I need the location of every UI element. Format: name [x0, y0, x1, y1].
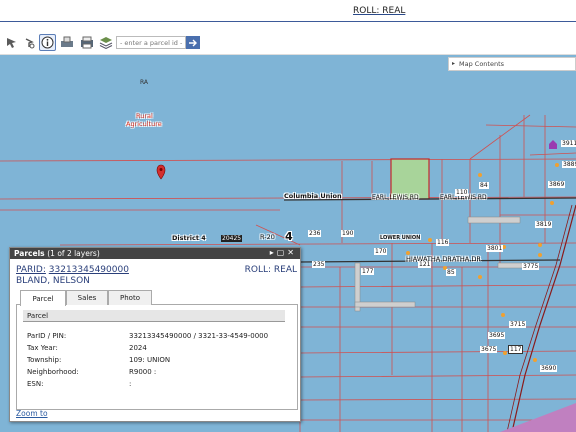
owner-name: BLAND, NELSON — [16, 276, 90, 286]
parcel-search-input[interactable] — [116, 36, 186, 49]
popup-header: Parcels (1 of 2 layers) ▸▢✕ — [10, 248, 300, 259]
pan-tool-icon[interactable] — [21, 34, 38, 51]
parcel-number: 3675 — [480, 346, 498, 353]
maximize-icon[interactable]: ▢ — [277, 248, 288, 257]
parcel-number: 3695 — [488, 332, 506, 339]
parcel-number: 3869 — [548, 181, 566, 188]
parcel-number: 170 — [374, 248, 388, 255]
tab-photo[interactable]: Photo — [108, 290, 152, 305]
district-label: District 4 — [172, 234, 206, 242]
app-window: ROLL: REAL - enter a parcel id - RA Rura… — [0, 0, 576, 432]
parcel-number: 116 — [436, 239, 450, 246]
identify-info-icon[interactable] — [39, 34, 56, 51]
close-icon[interactable]: ✕ — [287, 248, 297, 257]
print-icon[interactable] — [58, 34, 75, 51]
detail-label: ParID / PIN: — [27, 332, 67, 340]
parcel-number: 20425 — [221, 235, 243, 242]
section-header: Parcel — [23, 310, 285, 322]
zoom-to-link[interactable]: Zoom to — [16, 409, 48, 418]
map-contents-label: Map Contents — [459, 60, 505, 68]
road-label-lower-union: LOWER UNION — [380, 235, 421, 241]
popup-roll: ROLL: REAL — [244, 265, 297, 275]
columbia-union-label: Columbia Union — [284, 192, 342, 200]
select-arrow-icon[interactable] — [3, 34, 20, 51]
parcel-number: 85 — [446, 269, 456, 276]
selected-parcel — [390, 158, 430, 200]
detail-value: : — [129, 380, 132, 388]
zoning-polygon — [500, 403, 576, 432]
zoning-label-ra: RA — [140, 79, 149, 86]
map-contents-panel[interactable]: ▸ Map Contents — [448, 57, 576, 71]
parcel-number: 3801 — [486, 245, 504, 252]
popup-controls: ▸▢✕ — [270, 248, 297, 257]
parcel-number: 3911 — [561, 140, 576, 147]
parcel-details-panel: Parcel ParID / PIN: 33213345490000 / 332… — [16, 305, 298, 410]
detail-value: 33213345490000 / 3321-33-4549-0000 — [129, 332, 269, 340]
parcel-number: 177 — [361, 268, 375, 275]
building-icon — [549, 140, 557, 149]
search-go-button[interactable] — [186, 36, 200, 49]
parid-label: PARID: — [16, 265, 46, 275]
detail-label: Township: — [27, 356, 62, 364]
parcel-id: PARID: 33213345490000 — [16, 265, 129, 275]
layers-icon[interactable] — [97, 34, 114, 51]
zoning-label-r20: R-20 — [260, 233, 275, 241]
parcel-number: 121 — [418, 261, 432, 268]
popup-subtitle: (1 of 2 layers) — [47, 249, 100, 258]
parcel-number: 236 — [308, 230, 322, 237]
parcel-number: 235 — [312, 261, 326, 268]
expand-arrow-icon: ▸ — [452, 60, 456, 67]
popup-tabs: Parcel Sales Photo — [16, 290, 298, 306]
parcel-popup: Parcels (1 of 2 layers) ▸▢✕ PARID: 33213… — [9, 247, 301, 422]
road-stubs — [354, 216, 539, 312]
agriculture-label: Agriculture — [126, 120, 162, 128]
header-divider — [0, 21, 576, 22]
detail-label: Neighborhood: — [27, 368, 79, 376]
route-shield: 117 — [508, 345, 524, 354]
parcel-number: 3715 — [509, 321, 527, 328]
map-pin-marker — [156, 164, 166, 180]
printer-icon[interactable] — [78, 34, 95, 51]
parcel-number: 190 — [341, 230, 355, 237]
parcel-number: 3775 — [522, 263, 540, 270]
detail-value: 2024 — [129, 344, 147, 352]
road-label-hiawatha-2: ATHA DR — [452, 255, 481, 263]
detail-label: ESN: — [27, 380, 44, 388]
parcel-number: 3889 — [562, 161, 576, 168]
rural-label: Rural — [136, 112, 153, 120]
parcel-number: 110 — [455, 189, 469, 196]
district-number: 4 — [285, 230, 293, 243]
tab-parcel[interactable]: Parcel — [20, 290, 66, 306]
detail-value: 109: UNION — [129, 356, 171, 364]
detail-value: R9000 : — [129, 368, 157, 376]
tab-sales[interactable]: Sales — [66, 290, 108, 305]
map-toolbar — [0, 31, 576, 55]
header-roll: ROLL: REAL — [353, 6, 406, 16]
next-icon[interactable]: ▸ — [270, 248, 277, 257]
parcel-number: 3819 — [535, 221, 553, 228]
parcel-number: 3690 — [540, 365, 558, 372]
roads — [283, 197, 576, 432]
road-label-earl-lewis-1: EARL LEWIS RD — [372, 194, 419, 201]
parid-value[interactable]: 33213345490000 — [49, 265, 129, 275]
detail-label: Tax Year: — [27, 344, 58, 352]
popup-title: Parcels — [14, 249, 45, 258]
header-bar: ROLL: REAL — [0, 0, 576, 30]
parcel-number: 84 — [479, 182, 489, 189]
